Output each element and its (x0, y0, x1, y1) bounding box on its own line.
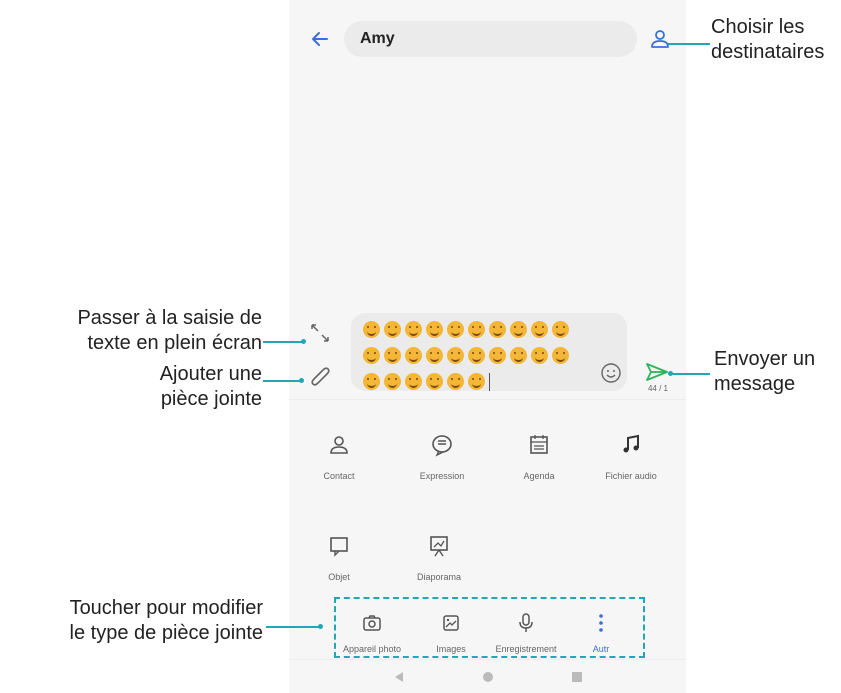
smiley-emoji (447, 373, 464, 390)
attach-object[interactable]: Objet (289, 533, 389, 582)
text-cursor (489, 373, 490, 391)
send-icon (646, 363, 668, 381)
nav-home-icon[interactable] (481, 670, 495, 684)
slideshow-icon (430, 536, 448, 557)
callout-dot (299, 378, 304, 383)
callout-send: Envoyer un message (714, 347, 815, 397)
smiley-emoji (405, 373, 422, 390)
callout-choose-recipients: Choisir les destinataires (711, 15, 824, 65)
recipient-field[interactable]: Amy (344, 21, 637, 57)
calendar-icon (530, 435, 548, 454)
smiley-emoji (363, 347, 380, 364)
callout-line (668, 43, 710, 45)
smiley-emoji (510, 321, 527, 338)
phone-screen: Amy 44 / 1 Contact Expression Agenda Fic… (289, 0, 686, 693)
smiley-emoji (426, 321, 443, 338)
message-emoji-content (363, 321, 583, 399)
smiley-emoji (363, 373, 380, 390)
attach-slideshow-label: Diaporama (416, 572, 462, 582)
smiley-icon (601, 363, 621, 383)
callout-line (670, 373, 710, 375)
paperclip-icon (311, 367, 330, 386)
attach-object-label: Objet (328, 572, 350, 582)
smiley-emoji (405, 321, 422, 338)
nav-back-icon[interactable] (392, 670, 406, 684)
attach-audio-file[interactable]: Fichier audio (581, 432, 681, 481)
smiley-emoji (363, 321, 380, 338)
attach-slideshow[interactable]: Diaporama (389, 533, 489, 582)
callout-attach: Ajouter une pièce jointe (42, 362, 262, 412)
attachment-type-highlight (334, 597, 645, 658)
callout-attachment-type: Toucher pour modifier le type de pièce j… (8, 596, 263, 646)
smiley-emoji (531, 347, 548, 364)
music-icon (623, 434, 639, 453)
nav-recents-icon[interactable] (570, 670, 584, 684)
callout-text: Ajouter une (159, 363, 262, 385)
message-input[interactable] (351, 313, 627, 391)
callout-text: Envoyer un (714, 348, 816, 370)
callout-dot (301, 339, 306, 344)
callout-text: Choisir les (711, 16, 805, 38)
character-counter: 44 / 1 (647, 384, 668, 393)
callout-text: pièce jointe (160, 388, 262, 410)
attach-contact-label: Contact (323, 471, 355, 481)
callout-line (263, 380, 301, 382)
callout-fullscreen: Passer à la saisie de texte en plein écr… (42, 306, 262, 356)
send-button[interactable] (643, 360, 671, 384)
callout-text: destinataires (711, 41, 825, 63)
emoji-picker-button[interactable] (599, 361, 623, 385)
contact-icon (330, 436, 348, 454)
smiley-emoji (489, 347, 506, 364)
smiley-emoji (510, 347, 527, 364)
expand-icon (311, 324, 329, 342)
smiley-emoji (468, 321, 485, 338)
contact-icon (651, 30, 669, 48)
system-nav-bar (289, 659, 686, 693)
attach-contact[interactable]: Contact (289, 432, 389, 481)
object-icon (330, 537, 348, 557)
attach-agenda-label: Agenda (523, 471, 555, 481)
smiley-emoji (384, 373, 401, 390)
recipient-name: Amy (360, 30, 395, 47)
callout-text: Passer à la saisie de (77, 307, 262, 329)
smiley-emoji (552, 347, 569, 364)
callout-text: message (714, 373, 796, 395)
callout-text: Toucher pour modifier (69, 597, 263, 619)
smiley-emoji (405, 347, 422, 364)
fullscreen-input-button[interactable] (307, 320, 333, 346)
smiley-emoji (489, 321, 506, 338)
smiley-emoji (384, 347, 401, 364)
choose-recipients-button[interactable] (647, 26, 673, 52)
attach-expression-label: Expression (419, 471, 465, 481)
attach-button[interactable] (307, 362, 333, 388)
callout-text: texte en plein écran (87, 332, 262, 354)
callout-text: le type de pièce jointe (69, 622, 263, 644)
attach-expression[interactable]: Expression (392, 432, 492, 481)
expression-icon (432, 435, 452, 457)
smiley-emoji (468, 347, 485, 364)
callout-line (266, 626, 320, 628)
smiley-emoji (447, 321, 464, 338)
callout-dot (318, 624, 323, 629)
smiley-emoji (447, 347, 464, 364)
callout-dot (668, 371, 673, 376)
attach-agenda[interactable]: Agenda (489, 432, 589, 481)
back-arrow-icon (312, 32, 328, 46)
smiley-emoji (426, 373, 443, 390)
smiley-emoji (552, 321, 569, 338)
smiley-emoji (468, 373, 485, 390)
attach-audio-file-label: Fichier audio (605, 471, 657, 481)
smiley-emoji (384, 321, 401, 338)
back-button[interactable] (307, 26, 333, 52)
smiley-emoji (531, 321, 548, 338)
callout-line (263, 341, 303, 343)
smiley-emoji (426, 347, 443, 364)
message-header: Amy (289, 14, 686, 64)
